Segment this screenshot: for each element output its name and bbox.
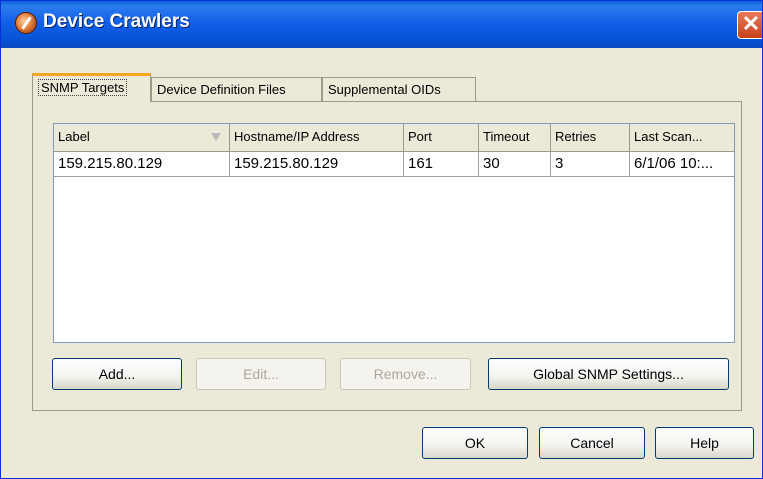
device-crawlers-dialog: Device Crawlers ✕ SNMP Targets Device De… xyxy=(0,0,763,479)
column-header-text: Label xyxy=(58,129,90,144)
column-header-port[interactable]: Port xyxy=(404,124,479,152)
tab-device-definition-files[interactable]: Device Definition Files xyxy=(151,77,322,101)
cell-hostname: 159.215.80.129 xyxy=(230,152,404,177)
sort-descending-icon xyxy=(211,133,221,141)
column-header-label[interactable]: Label xyxy=(54,124,230,152)
column-header-retries[interactable]: Retries xyxy=(551,124,630,152)
column-header-last-scan[interactable]: Last Scan... xyxy=(630,124,734,152)
close-button[interactable]: ✕ xyxy=(737,11,762,39)
cell-timeout: 30 xyxy=(479,152,551,177)
cell-retries: 3 xyxy=(551,152,630,177)
cell-label: 159.215.80.129 xyxy=(54,152,230,177)
tab-snmp-targets[interactable]: SNMP Targets xyxy=(32,73,151,102)
cell-port: 161 xyxy=(404,152,479,177)
cell-last-scan: 6/1/06 10:... xyxy=(630,152,734,177)
close-icon: ✕ xyxy=(741,11,761,36)
title-bar[interactable]: Device Crawlers ✕ xyxy=(1,1,762,48)
remove-button[interactable]: Remove... xyxy=(340,358,471,390)
edit-button[interactable]: Edit... xyxy=(196,358,326,390)
help-button[interactable]: Help xyxy=(655,427,754,459)
app-icon xyxy=(15,12,37,34)
snmp-targets-table[interactable]: Label Hostname/IP Address Port Timeout R… xyxy=(53,123,735,343)
column-header-timeout[interactable]: Timeout xyxy=(479,124,551,152)
tab-label: SNMP Targets xyxy=(38,79,128,96)
add-button[interactable]: Add... xyxy=(52,358,182,390)
tab-supplemental-oids[interactable]: Supplemental OIDs xyxy=(322,77,476,101)
table-header: Label Hostname/IP Address Port Timeout R… xyxy=(54,124,734,152)
cancel-button[interactable]: Cancel xyxy=(539,427,645,459)
table-row[interactable]: 159.215.80.129 159.215.80.129 161 30 3 6… xyxy=(54,152,734,177)
global-snmp-settings-button[interactable]: Global SNMP Settings... xyxy=(488,358,729,390)
window-title: Device Crawlers xyxy=(43,11,190,32)
column-header-hostname[interactable]: Hostname/IP Address xyxy=(230,124,404,152)
ok-button[interactable]: OK xyxy=(422,427,528,459)
